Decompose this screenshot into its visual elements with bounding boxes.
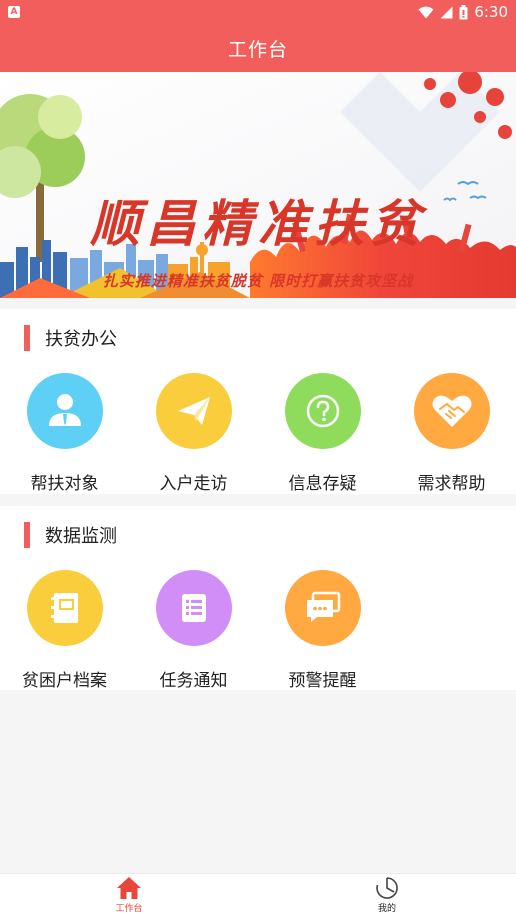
- grid-item-label: 入户走访: [159, 474, 228, 494]
- grid-item-label: 任务通知: [159, 671, 228, 691]
- grid-item-info-doubt[interactable]: 信息存疑: [258, 373, 387, 494]
- home-icon: [117, 877, 141, 899]
- bottom-nav: 工作台 我的: [0, 873, 516, 916]
- banner-title: 顺昌精准扶贫: [90, 194, 426, 253]
- page-title: 工作台: [227, 38, 288, 61]
- list-doc-icon: [155, 570, 232, 646]
- banner[interactable]: 顺昌精准扶贫 扎实推进精准扶贫脱贫 限时打赢扶贫攻坚战: [0, 72, 516, 298]
- section-header: 数据监测: [0, 506, 516, 564]
- grid-item-label: 信息存疑: [288, 474, 357, 494]
- section-accent-bar: [24, 325, 30, 351]
- grid-item-label: 需求帮助: [417, 474, 486, 494]
- grid-item-home-visit[interactable]: 入户走访: [129, 373, 258, 494]
- chat-bubble-icon: [284, 570, 361, 646]
- grid-item-label: 贫困户档案: [22, 671, 107, 691]
- section-poverty-office: 扶贫办公 帮扶对象 入户走访 信息存疑 需求帮助: [0, 309, 516, 494]
- notification-icon: A: [8, 6, 20, 18]
- person-icon: [26, 373, 103, 449]
- section-data-monitor: 数据监测 贫困户档案 任务通知 预警提醒: [0, 506, 516, 691]
- grid-item-need-help[interactable]: 需求帮助: [387, 373, 516, 494]
- section-title: 扶贫办公: [45, 329, 117, 350]
- grid-item-poor-household-files[interactable]: 贫困户档案: [0, 570, 129, 691]
- battery-icon: [459, 4, 468, 19]
- nav-label: 工作台: [115, 904, 143, 914]
- app-bar: 工作台: [0, 24, 516, 72]
- grid-item-task-notice[interactable]: 任务通知: [129, 570, 258, 691]
- handshake-heart-icon: [413, 373, 490, 449]
- notebook-icon: [26, 570, 103, 646]
- section-title: 数据监测: [45, 526, 117, 547]
- section-header: 扶贫办公: [0, 309, 516, 367]
- wifi-icon: [418, 6, 434, 18]
- nav-label: 我的: [377, 904, 396, 914]
- nav-item-workbench[interactable]: 工作台: [0, 874, 258, 916]
- question-icon: [284, 373, 361, 449]
- banner-subtitle: 扎实推进精准扶贫脱贫 限时打赢扶贫攻坚战: [102, 272, 414, 290]
- signal-icon: [440, 6, 453, 18]
- paper-plane-icon: [155, 373, 232, 449]
- grid-item-label: 帮扶对象: [30, 474, 99, 494]
- grid-item-label: 预警提醒: [288, 671, 357, 691]
- status-bar: A 6:30: [0, 0, 516, 24]
- clock-icon: [376, 877, 398, 899]
- status-time: 6:30: [474, 3, 508, 21]
- nav-item-mine[interactable]: 我的: [258, 874, 516, 916]
- grid-item-assist-targets[interactable]: 帮扶对象: [0, 373, 129, 494]
- grid-item-warning-reminder[interactable]: 预警提醒: [258, 570, 387, 691]
- section-accent-bar: [24, 522, 30, 548]
